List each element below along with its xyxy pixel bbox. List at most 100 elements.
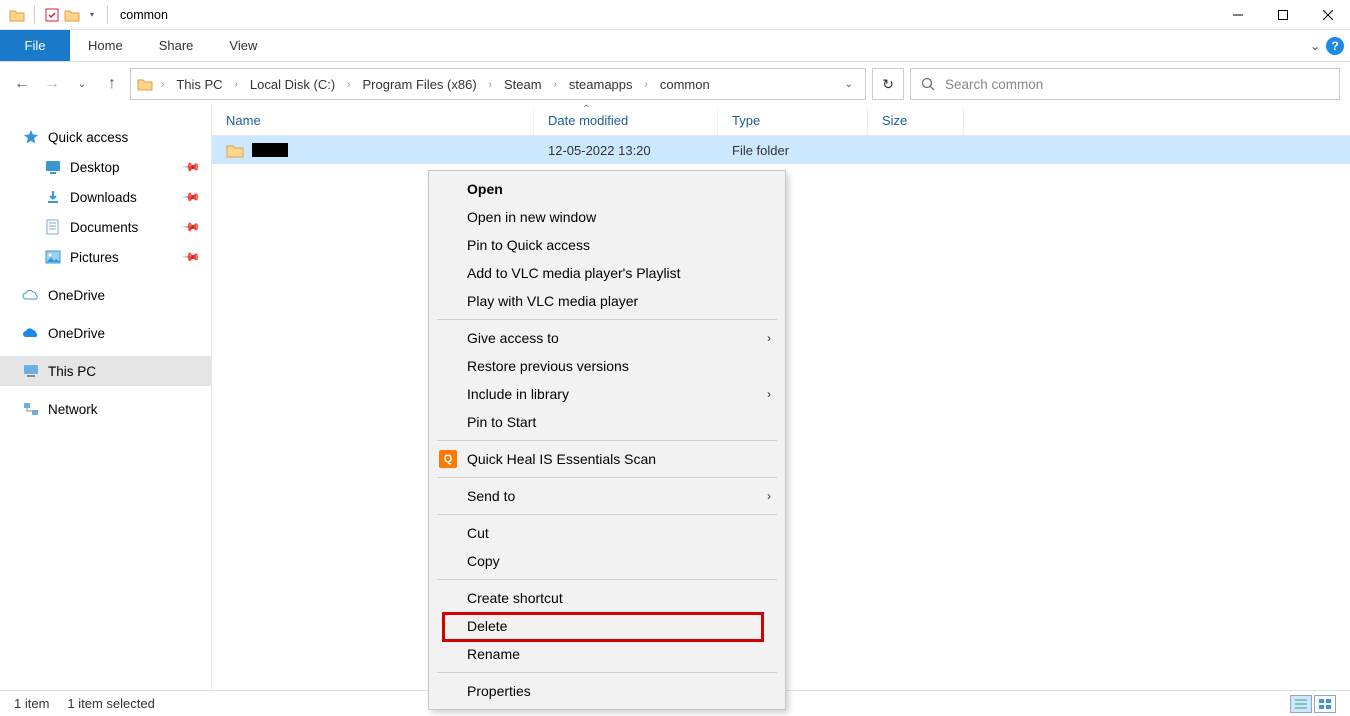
sidebar-item-downloads[interactable]: Downloads 📌 — [0, 182, 211, 212]
cm-properties[interactable]: Properties — [429, 677, 785, 705]
recent-dropdown-icon[interactable]: ⌄ — [70, 72, 94, 96]
network-icon — [22, 401, 40, 417]
chevron-right-icon: › — [767, 387, 771, 401]
search-box[interactable] — [910, 68, 1340, 100]
search-input[interactable] — [945, 77, 1329, 92]
column-type[interactable]: Type — [718, 106, 868, 135]
cm-separator — [437, 514, 777, 515]
cm-open-new-window[interactable]: Open in new window — [429, 203, 785, 231]
close-button[interactable] — [1305, 0, 1350, 30]
ribbon: File Home Share View ⌄ ? — [0, 30, 1350, 62]
cm-pin-quick-access[interactable]: Pin to Quick access — [429, 231, 785, 259]
cm-play-vlc[interactable]: Play with VLC media player — [429, 287, 785, 315]
cm-separator — [437, 319, 777, 320]
cm-label: Include in library — [467, 386, 569, 402]
back-button[interactable]: ← — [10, 72, 34, 96]
tab-home[interactable]: Home — [70, 30, 141, 61]
view-toggle — [1290, 695, 1336, 713]
cm-label: Give access to — [467, 330, 559, 346]
sidebar-item-label: OneDrive — [48, 326, 105, 341]
up-button[interactable]: ↑ — [100, 72, 124, 96]
window-title: common — [114, 8, 168, 22]
maximize-button[interactable] — [1260, 0, 1305, 30]
sidebar-item-label: OneDrive — [48, 288, 105, 303]
chevron-right-icon[interactable]: › — [343, 79, 354, 90]
cm-delete[interactable]: Delete — [429, 612, 785, 640]
cm-give-access-to[interactable]: Give access to› — [429, 324, 785, 352]
breadcrumb-this-pc[interactable]: This PC — [172, 75, 226, 94]
column-date[interactable]: Date modified — [534, 106, 718, 135]
cm-pin-start[interactable]: Pin to Start — [429, 408, 785, 436]
context-menu: Open Open in new window Pin to Quick acc… — [428, 170, 786, 710]
pc-icon — [22, 363, 40, 379]
cm-add-vlc-playlist[interactable]: Add to VLC media player's Playlist — [429, 259, 785, 287]
sidebar-item-network[interactable]: Network — [0, 394, 211, 424]
redacted-name — [252, 143, 288, 157]
cm-separator — [437, 579, 777, 580]
cm-cut[interactable]: Cut — [429, 519, 785, 547]
navigation-pane: Quick access Desktop 📌 Downloads 📌 Docum… — [0, 106, 212, 690]
chevron-right-icon[interactable]: › — [157, 79, 168, 90]
folder-icon — [8, 6, 26, 24]
sidebar-item-desktop[interactable]: Desktop 📌 — [0, 152, 211, 182]
sidebar-item-documents[interactable]: Documents 📌 — [0, 212, 211, 242]
status-selection-count: 1 item selected — [67, 696, 154, 711]
column-name[interactable]: Name — [212, 106, 534, 135]
sort-indicator-icon: ⌃ — [582, 104, 590, 115]
tab-share[interactable]: Share — [141, 30, 212, 61]
column-headers: Name ⌃ Date modified Type Size — [212, 106, 1350, 136]
window-controls — [1215, 0, 1350, 30]
address-dropdown-icon[interactable]: ⌄ — [839, 79, 859, 90]
breadcrumb-common[interactable]: common — [656, 75, 714, 94]
pin-icon: 📌 — [181, 217, 201, 237]
chevron-right-icon[interactable]: › — [550, 79, 561, 90]
column-size[interactable]: Size — [868, 106, 964, 135]
help-icon[interactable]: ? — [1326, 37, 1344, 55]
cm-restore-previous[interactable]: Restore previous versions — [429, 352, 785, 380]
documents-icon — [44, 219, 62, 235]
cm-rename[interactable]: Rename — [429, 640, 785, 668]
refresh-button[interactable]: ↻ — [872, 68, 904, 100]
sidebar-item-onedrive[interactable]: OneDrive — [0, 280, 211, 310]
chevron-right-icon[interactable]: › — [231, 79, 242, 90]
status-item-count: 1 item — [14, 696, 49, 711]
cm-include-library[interactable]: Include in library › — [429, 380, 785, 408]
sidebar-item-label: Downloads — [70, 190, 137, 205]
sidebar-item-this-pc[interactable]: This PC — [0, 356, 211, 386]
cm-send-to[interactable]: Send to› — [429, 482, 785, 510]
breadcrumb-program-files[interactable]: Program Files (x86) — [359, 75, 481, 94]
sidebar-item-label: Pictures — [70, 250, 119, 265]
breadcrumb-local-disk[interactable]: Local Disk (C:) — [246, 75, 339, 94]
sidebar-item-pictures[interactable]: Pictures 📌 — [0, 242, 211, 272]
forward-button[interactable]: → — [40, 72, 64, 96]
cm-quickheal-scan[interactable]: QQuick Heal IS Essentials Scan — [429, 445, 785, 473]
title-bar: ▾ common — [0, 0, 1350, 30]
breadcrumb-steamapps[interactable]: steamapps — [565, 75, 637, 94]
file-tab[interactable]: File — [0, 30, 70, 61]
title-divider — [107, 6, 108, 24]
details-view-button[interactable] — [1290, 695, 1312, 713]
cm-create-shortcut[interactable]: Create shortcut — [429, 584, 785, 612]
file-row[interactable]: 12-05-2022 13:20 File folder — [212, 136, 1350, 164]
tab-view[interactable]: View — [211, 30, 275, 61]
address-bar[interactable]: › This PC › Local Disk (C:) › Program Fi… — [130, 68, 866, 100]
minimize-button[interactable] — [1215, 0, 1260, 30]
chevron-right-icon[interactable]: › — [485, 79, 496, 90]
folder-small-icon[interactable] — [63, 6, 81, 24]
qat-divider — [34, 6, 35, 24]
folder-icon — [226, 143, 244, 158]
sidebar-item-quick-access[interactable]: Quick access — [0, 122, 211, 152]
ribbon-expand-icon[interactable]: ⌄ — [1310, 39, 1320, 53]
file-type-cell: File folder — [718, 136, 868, 164]
quickheal-icon: Q — [439, 450, 457, 468]
qat-dropdown-icon[interactable]: ▾ — [83, 6, 101, 24]
file-date-cell: 12-05-2022 13:20 — [534, 136, 718, 164]
breadcrumb-steam[interactable]: Steam — [500, 75, 546, 94]
sidebar-item-onedrive-2[interactable]: OneDrive — [0, 318, 211, 348]
properties-icon[interactable] — [43, 6, 61, 24]
cm-open[interactable]: Open — [429, 175, 785, 203]
thumbnails-view-button[interactable] — [1314, 695, 1336, 713]
cm-copy[interactable]: Copy — [429, 547, 785, 575]
chevron-right-icon[interactable]: › — [641, 79, 652, 90]
star-icon — [22, 129, 40, 145]
